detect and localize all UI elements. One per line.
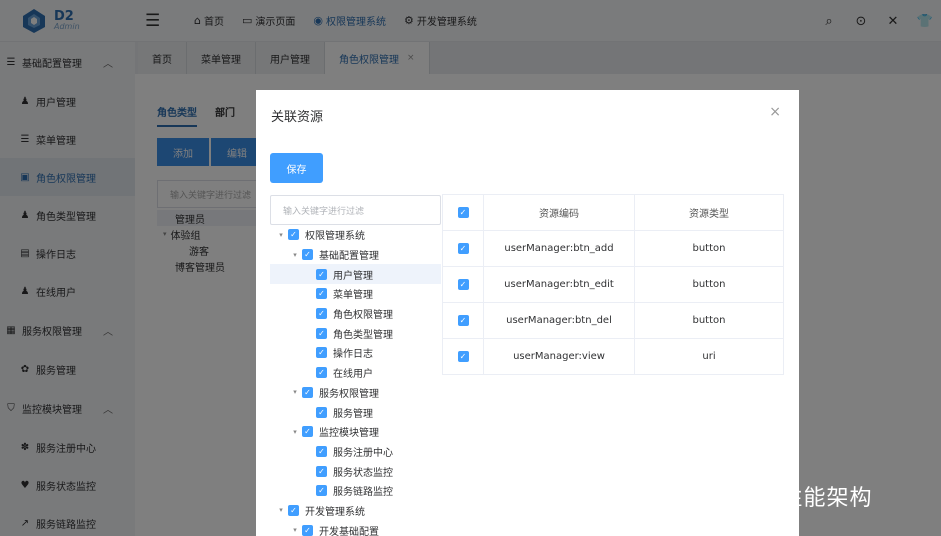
checkbox-icon: ✓: [457, 279, 469, 290]
save-button[interactable]: 保存: [270, 153, 323, 183]
tree-node-checkbox[interactable]: ✓: [288, 504, 299, 516]
tree-node-checkbox[interactable]: ✓: [302, 386, 313, 398]
tree-node-label: 用户管理: [333, 270, 373, 282]
resource-code-cell: userManager:btn_add: [483, 230, 635, 267]
tree-node[interactable]: ✓ 服务管理: [270, 402, 441, 422]
resource-type-cell: button: [634, 302, 784, 339]
tree-node-label: 角色权限管理: [333, 310, 393, 322]
related-resources-dialog: 关联资源 × 保存 输入关键字进行过滤 ▾ ✓ 权限管理系统 ▾ ✓ 基础配置管理 ✓ 用户管…: [256, 90, 799, 536]
watermark: 知乎 @Java高性能架构: [630, 486, 873, 511]
tree-node-label: 操作日志: [333, 349, 373, 361]
checkbox-icon: ✓: [457, 243, 469, 254]
resource-code-cell: userManager:btn_edit: [483, 266, 635, 303]
tree-node[interactable]: ✓ 在线用户: [270, 363, 441, 383]
tree-node[interactable]: ✓ 服务状态监控: [270, 461, 441, 481]
row-checkbox[interactable]: ✓: [442, 230, 484, 267]
tree-node[interactable]: ✓ 角色权限管理: [270, 304, 441, 324]
resource-code-cell: userManager:btn_del: [483, 302, 635, 339]
tree-node-checkbox[interactable]: ✓: [316, 268, 327, 280]
tree-node-label: 角色类型管理: [333, 329, 393, 341]
tree-node[interactable]: ✓ 服务链路监控: [270, 481, 441, 501]
tree-node[interactable]: ▾ ✓ 服务权限管理: [270, 383, 441, 403]
tree-node-checkbox[interactable]: ✓: [316, 308, 327, 320]
resource-tree: ▾ ✓ 权限管理系统 ▾ ✓ 基础配置管理 ✓ 用户管理 ✓ 菜单管理 ✓ 角色权限管理 ✓ 角色类型管理…: [270, 225, 441, 536]
resource-code-cell: userManager:view: [483, 338, 635, 375]
column-header-code: 资源编码: [483, 194, 635, 231]
caret-down-icon[interactable]: ▾: [276, 231, 286, 239]
caret-down-icon[interactable]: ▾: [290, 388, 300, 396]
close-icon[interactable]: ×: [769, 104, 781, 120]
tree-node-checkbox[interactable]: ✓: [316, 327, 327, 339]
tree-node-label: 开发基础配置: [319, 526, 379, 536]
tree-node-label: 服务管理: [333, 408, 373, 420]
tree-node-label: 开发管理系统: [305, 506, 365, 518]
tree-node-checkbox[interactable]: ✓: [302, 426, 313, 438]
tree-node[interactable]: ✓ 菜单管理: [270, 284, 441, 304]
checkbox-icon: ✓: [457, 207, 469, 218]
tree-node-checkbox[interactable]: ✓: [302, 524, 313, 536]
row-checkbox[interactable]: ✓: [442, 302, 484, 339]
tree-filter-input[interactable]: 输入关键字进行过滤: [270, 195, 441, 225]
tree-node-checkbox[interactable]: ✓: [302, 249, 313, 261]
tree-node-label: 权限管理系统: [305, 231, 365, 243]
tree-node[interactable]: ▾ ✓ 监控模块管理: [270, 422, 441, 442]
tree-node-checkbox[interactable]: ✓: [316, 367, 327, 379]
checkbox-icon: ✓: [457, 315, 469, 326]
tree-node[interactable]: ✓ 用户管理: [270, 264, 441, 285]
tree-node[interactable]: ▾ ✓ 基础配置管理: [270, 245, 441, 265]
tree-node-label: 在线用户: [333, 369, 373, 381]
table-header-row: ✓ 资源编码 资源类型: [442, 194, 784, 231]
tree-node[interactable]: ▾ ✓ 权限管理系统: [270, 225, 441, 245]
table-row[interactable]: ✓ userManager:view uri: [442, 338, 784, 375]
caret-down-icon[interactable]: ▾: [290, 526, 300, 534]
dialog-title: 关联资源: [271, 110, 324, 125]
resource-type-cell: button: [634, 230, 784, 267]
resource-type-cell: button: [634, 266, 784, 303]
tree-node-checkbox[interactable]: ✓: [316, 465, 327, 477]
tree-node-label: 服务权限管理: [319, 388, 379, 400]
tree-node-checkbox[interactable]: ✓: [316, 445, 327, 457]
tree-node[interactable]: ▾ ✓ 开发基础配置: [270, 520, 441, 536]
caret-down-icon[interactable]: ▾: [276, 506, 286, 514]
select-all-checkbox[interactable]: ✓: [442, 194, 484, 231]
tree-node-checkbox[interactable]: ✓: [288, 229, 299, 241]
table-row[interactable]: ✓ userManager:btn_edit button: [442, 266, 784, 303]
tree-node-label: 服务链路监控: [333, 487, 393, 499]
tree-node[interactable]: ✓ 角色类型管理: [270, 323, 441, 343]
column-header-type: 资源类型: [634, 194, 784, 231]
caret-down-icon[interactable]: ▾: [290, 428, 300, 436]
tree-node-label: 菜单管理: [333, 290, 373, 302]
tree-node-checkbox[interactable]: ✓: [316, 347, 327, 359]
resource-type-cell: uri: [634, 338, 784, 375]
tree-node[interactable]: ✓ 操作日志: [270, 343, 441, 363]
tree-node[interactable]: ▾ ✓ 开发管理系统: [270, 501, 441, 521]
resource-table: ✓ 资源编码 资源类型 ✓ userManager:btn_add button ✓ u…: [442, 194, 784, 375]
table-row[interactable]: ✓ userManager:btn_add button: [442, 230, 784, 267]
tree-node[interactable]: ✓ 服务注册中心: [270, 442, 441, 462]
checkbox-icon: ✓: [457, 351, 469, 362]
tree-node-label: 监控模块管理: [319, 428, 379, 440]
tree-node-checkbox[interactable]: ✓: [316, 288, 327, 300]
tree-node-checkbox[interactable]: ✓: [316, 406, 327, 418]
table-row[interactable]: ✓ userManager:btn_del button: [442, 302, 784, 339]
tree-node-checkbox[interactable]: ✓: [316, 485, 327, 497]
caret-down-icon[interactable]: ▾: [290, 251, 300, 259]
tree-node-label: 基础配置管理: [319, 251, 379, 263]
row-checkbox[interactable]: ✓: [442, 338, 484, 375]
row-checkbox[interactable]: ✓: [442, 266, 484, 303]
tree-node-label: 服务状态监控: [333, 467, 393, 479]
tree-node-label: 服务注册中心: [333, 447, 393, 459]
